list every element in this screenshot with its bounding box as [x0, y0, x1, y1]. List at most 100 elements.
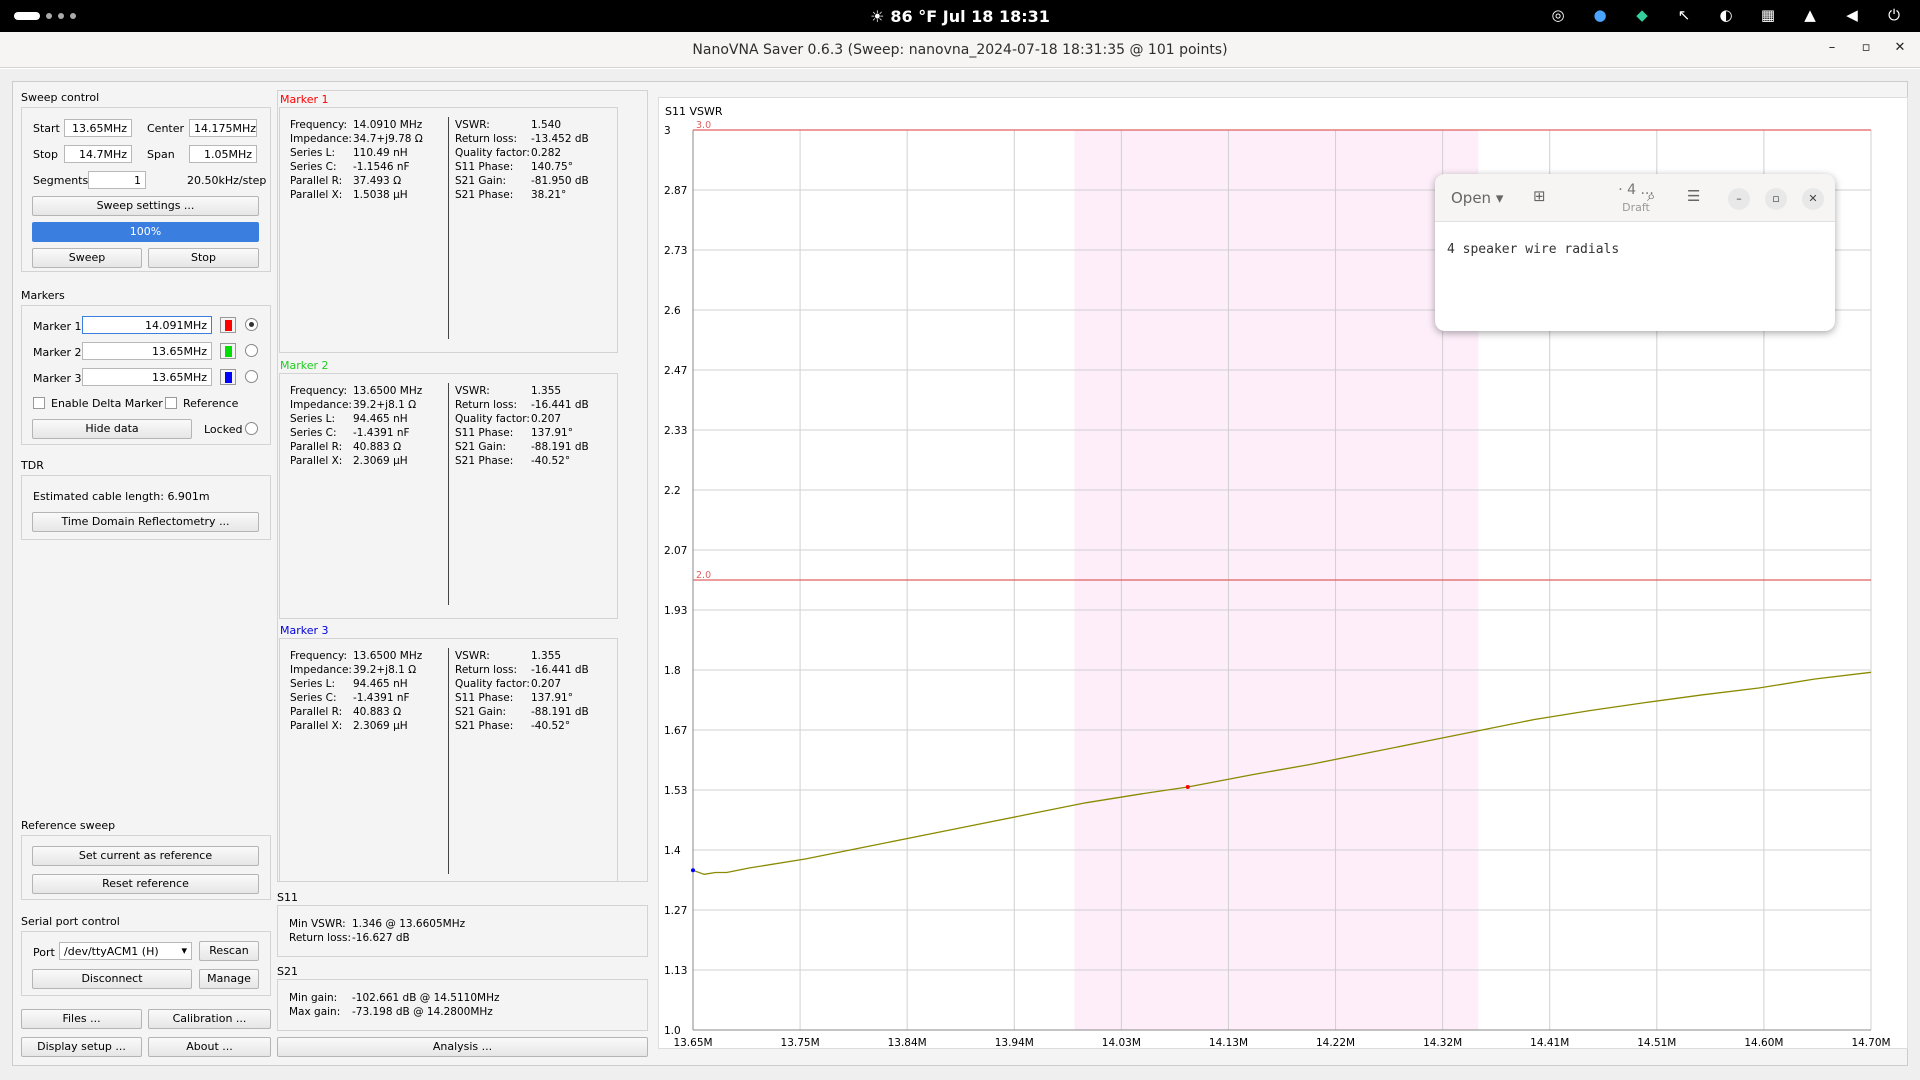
panel-icon[interactable]: ▦ [1758, 6, 1778, 24]
zoom-icon[interactable]: ● [1590, 6, 1610, 24]
reset-reference-button[interactable]: Reset reference [32, 874, 259, 894]
marker-3-frequency-field[interactable]: 13.65MHz [82, 368, 212, 386]
open-button[interactable]: Open ▾ [1445, 185, 1513, 211]
search-icon[interactable]: ⌕ [1647, 187, 1655, 205]
rescan-button[interactable]: Rescan [199, 941, 259, 961]
s21-max-gain: -73.198 dB @ 14.2800MHz [352, 1006, 493, 1018]
marker-1-divider [448, 117, 449, 339]
span-field[interactable]: 1.05MHz [189, 145, 257, 163]
volume-icon[interactable]: ◀ [1842, 6, 1862, 24]
browser-icon[interactable]: ◎ [1548, 6, 1568, 24]
marker-3-select-radio[interactable] [245, 370, 258, 383]
power-icon[interactable]: ⏻ [1884, 6, 1904, 24]
vpn-icon[interactable]: ◐ [1716, 6, 1736, 24]
start-field[interactable]: 13.65MHz [64, 119, 132, 137]
marker-3-divider [448, 648, 449, 874]
tdr-button[interactable]: Time Domain Reflectometry ... [32, 512, 259, 532]
marker-2-label: Marker 2 [33, 346, 82, 359]
marker-3-panel-title: Marker 3 [280, 624, 329, 637]
marker-1-value: 14.0910 MHz [353, 119, 423, 131]
y-tick-label: 2.87 [664, 185, 687, 197]
analysis-button[interactable]: Analysis ... [277, 1037, 648, 1057]
minimize-icon[interactable]: – [1728, 188, 1750, 210]
marker-3-value: 1.355 [531, 650, 562, 662]
s11-min-vswr: 1.346 @ 13.6605MHz [352, 918, 466, 930]
marker-1-select-radio[interactable] [245, 318, 258, 331]
system-tray[interactable]: ◎ ● ◆ ↖ ◐ ▦ ▲ ◀ ⏻ [1548, 6, 1904, 24]
sync-icon[interactable]: ◆ [1632, 6, 1652, 24]
y-tick-label: 1.53 [664, 785, 687, 797]
set-reference-button[interactable]: Set current as reference [32, 846, 259, 866]
marker-1-frequency-field[interactable]: 14.091MHz [82, 316, 212, 334]
new-tab-icon[interactable]: ⊞ [1533, 187, 1546, 205]
maximize-icon[interactable]: ▫ [1856, 40, 1876, 55]
marker-1-right-values: VSWR: 1.540 Return loss: -13.452 dB Quality … [455, 119, 589, 201]
marker-3-color-button[interactable] [220, 369, 236, 385]
segments-field[interactable]: 1 [88, 171, 146, 189]
marker-1-color-button[interactable] [220, 317, 236, 333]
menu-icon[interactable]: ☰ [1687, 187, 1700, 205]
calibration-button[interactable]: Calibration ... [148, 1009, 271, 1029]
reference-label: Reference [183, 397, 239, 410]
marker-2-select-radio[interactable] [245, 344, 258, 357]
marker-2-value: 94.465 nH [353, 413, 408, 425]
sweep-button[interactable]: Sweep [32, 248, 142, 268]
marker-2-value: 13.6500 MHz [353, 385, 423, 397]
manage-button[interactable]: Manage [199, 969, 259, 989]
x-tick-label: 14.32M [1423, 1037, 1462, 1049]
editor-title: · 4 ... [1618, 182, 1654, 198]
port-select[interactable]: /dev/ttyACM1 (H) ▾ [59, 942, 192, 960]
marker-2-value: 0.207 [531, 413, 562, 425]
marker-2-color-button[interactable] [220, 343, 236, 359]
close-icon[interactable]: ✕ [1802, 188, 1824, 210]
hide-data-button[interactable]: Hide data [32, 419, 192, 439]
wifi-icon[interactable]: ▲ [1800, 6, 1820, 24]
reference-checkbox[interactable] [165, 397, 177, 409]
sweep-progress-bar: 100% [32, 222, 259, 242]
marker-2-frequency-field[interactable]: 13.65MHz [82, 342, 212, 360]
text-editor-window[interactable]: Open ▾ ⊞ · 4 ... Draft ⌕ ☰ – ▫ ✕ 4 speak… [1435, 174, 1835, 331]
x-tick-label: 13.94M [995, 1037, 1034, 1049]
center-field[interactable]: 14.175MHz [189, 119, 257, 137]
start-label: Start [33, 122, 60, 135]
locked-radio[interactable] [245, 422, 258, 435]
marker-3-value: -16.441 dB [531, 664, 589, 676]
sweep-control-heading: Sweep control [21, 91, 100, 104]
marker-1-value: 1.5038 µH [353, 189, 408, 201]
x-tick-label: 14.03M [1102, 1037, 1141, 1049]
stop-field[interactable]: 14.7MHz [64, 145, 132, 163]
stop-button[interactable]: Stop [148, 248, 259, 268]
marker-2-value: 137.91° [531, 427, 573, 439]
chevron-down-icon: ▾ [181, 944, 187, 957]
window-titlebar: NanoVNA Saver 0.6.3 (Sweep: nanovna_2024… [0, 32, 1920, 68]
about-button[interactable]: About ... [148, 1037, 271, 1057]
cursor-icon[interactable]: ↖ [1674, 6, 1694, 24]
marker-3-value: 2.3069 µH [353, 720, 408, 732]
s11-heading: S11 [277, 891, 298, 904]
marker-1-value: 110.49 nH [353, 147, 408, 159]
marker-3-left-values: Frequency: 13.6500 MHz Impedance: 39.2+j8.1… [290, 650, 423, 732]
window-title: NanoVNA Saver 0.6.3 (Sweep: nanovna_2024… [692, 42, 1228, 58]
sweep-settings-button[interactable]: Sweep settings ... [32, 196, 259, 216]
marker-2-value: -88.191 dB [531, 441, 589, 453]
chart-title: S11 VSWR [665, 105, 723, 118]
maximize-icon[interactable]: ▫ [1765, 188, 1787, 210]
marker-1-value: 38.21° [531, 189, 567, 201]
tdr-heading: TDR [21, 459, 44, 472]
y-tick-label: 1.67 [664, 725, 687, 737]
port-label: Port [33, 946, 55, 959]
marker-1-value: 0.282 [531, 147, 562, 159]
marker-3-label: Marker 3 [33, 372, 82, 385]
display-setup-button[interactable]: Display setup ... [21, 1037, 142, 1057]
marker-3-value: 0.207 [531, 678, 562, 690]
marker-3-value: 94.465 nH [353, 678, 408, 690]
files-button[interactable]: Files ... [21, 1009, 142, 1029]
disconnect-button[interactable]: Disconnect [32, 969, 192, 989]
delta-marker-checkbox[interactable] [33, 397, 45, 409]
y-tick-label: 1.0 [664, 1025, 681, 1037]
x-tick-label: 14.13M [1209, 1037, 1248, 1049]
editor-text[interactable]: 4 speaker wire radials [1447, 242, 1619, 257]
close-icon[interactable]: ✕ [1890, 40, 1910, 55]
minimize-icon[interactable]: – [1822, 40, 1842, 55]
x-tick-label: 14.70M [1851, 1037, 1890, 1049]
